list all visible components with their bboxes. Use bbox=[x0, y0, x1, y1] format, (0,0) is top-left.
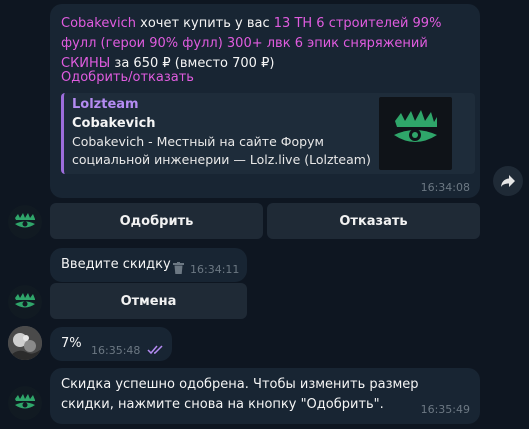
user-avatar[interactable] bbox=[8, 326, 42, 360]
bot-avatar[interactable] bbox=[8, 386, 42, 420]
preview-thumbnail bbox=[379, 97, 452, 170]
preview-site-name: Lolzteam bbox=[72, 97, 139, 112]
message-time: 16:35:49 bbox=[420, 403, 470, 416]
share-arrow-icon bbox=[501, 175, 515, 187]
message-time: 16:34:11 bbox=[190, 263, 240, 276]
message-bubble-enter-discount: Введите скидку 16:34:11 bbox=[50, 248, 247, 282]
lolz-logo-icon bbox=[15, 293, 35, 308]
double-check-icon bbox=[147, 345, 163, 355]
message-time: 16:35:48 bbox=[91, 344, 141, 357]
decline-button[interactable]: Отказать bbox=[267, 203, 480, 239]
message-bubble-user: 7% 16:35:48 bbox=[50, 327, 172, 361]
lolz-logo-icon bbox=[394, 110, 437, 142]
seller-name[interactable]: Cobakevich bbox=[61, 16, 136, 31]
preview-title: Cobakevich bbox=[72, 116, 156, 131]
discount-approved-text: Скидка успешно одобрена. Чтобы изменить … bbox=[61, 377, 419, 412]
message-bubble-offer: Cobakevich хочет купить у вас 13 ТН 6 ст… bbox=[50, 4, 480, 198]
cancel-button[interactable]: Отмена bbox=[50, 283, 247, 319]
user-discount-text: 7% bbox=[61, 336, 82, 351]
approve-decline-link[interactable]: Одобрить/отказать bbox=[61, 68, 194, 88]
link-preview[interactable]: Lolzteam Cobakevich Cobakevich - Местный… bbox=[61, 93, 475, 174]
lolz-logo-icon bbox=[15, 213, 35, 228]
offer-text: Cobakevich хочет купить у вас 13 ТН 6 ст… bbox=[61, 14, 471, 74]
offer-text-part1: хочет купить у вас bbox=[136, 16, 274, 31]
user-photo-icon bbox=[8, 326, 42, 360]
message-bubble-discount-approved: Скидка успешно одобрена. Чтобы изменить … bbox=[50, 368, 480, 424]
forward-button[interactable] bbox=[493, 166, 523, 196]
approve-button[interactable]: Одобрить bbox=[50, 203, 263, 239]
message-time: 16:34:08 bbox=[420, 181, 470, 194]
bot-avatar[interactable] bbox=[8, 205, 42, 239]
lolz-logo-icon bbox=[15, 394, 35, 409]
enter-discount-text: Введите скидку bbox=[61, 257, 171, 272]
preview-description: Cobakevich - Местный на сайте Форум соци… bbox=[72, 134, 371, 167]
trash-icon bbox=[173, 262, 184, 274]
bot-avatar[interactable] bbox=[8, 285, 42, 319]
